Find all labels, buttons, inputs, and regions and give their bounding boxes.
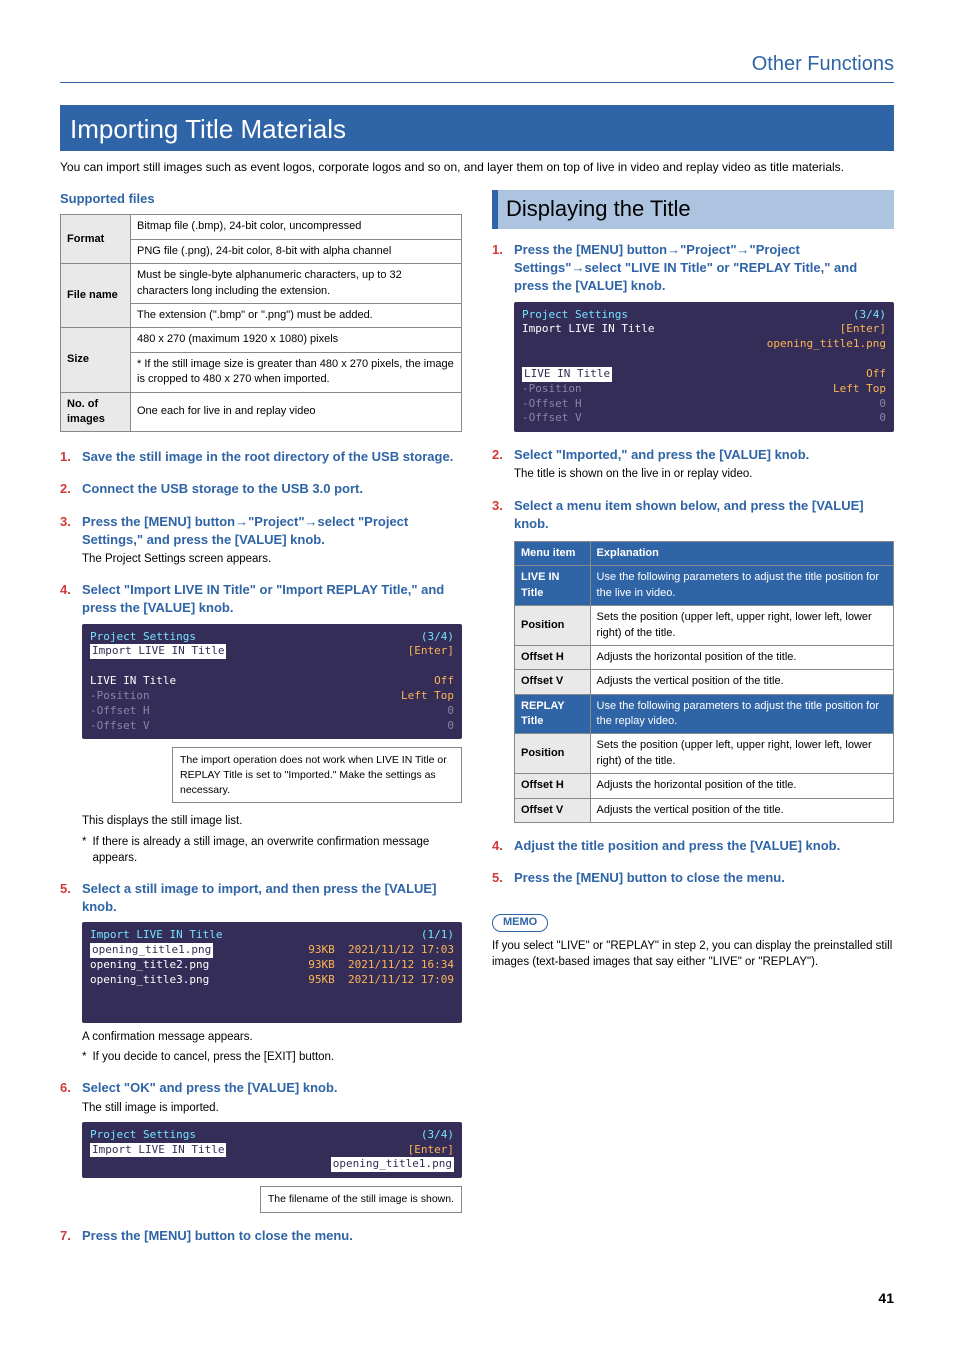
step6-body: The still image is imported. [82, 1100, 462, 1116]
step7: Press the [MENU] button to close the men… [82, 1228, 353, 1243]
step4-callout: The import operation does not work when … [172, 747, 462, 803]
memo-badge: MEMO [492, 914, 548, 931]
menu-table: Menu itemExplanation LIVE IN TitleUse th… [514, 541, 894, 823]
step6: Select "OK" and press the [VALUE] knob. [82, 1080, 338, 1095]
step1: Save the still image in the root directo… [82, 449, 453, 464]
format-v2: PNG file (.png), 24-bit color, 8-bit wit… [131, 239, 462, 263]
format-label: Format [61, 215, 131, 264]
step2: Connect the USB storage to the USB 3.0 p… [82, 481, 363, 496]
r-step2-body: The title is shown on the live in or rep… [514, 466, 894, 482]
screen-c: Project Settings(3/4) Import LIVE IN Tit… [82, 1122, 462, 1179]
step4-foot2: If there is already a still image, an ov… [82, 834, 462, 866]
right-column: Displaying the Title Press the [MENU] bu… [492, 190, 894, 1259]
screen-b: Import LIVE IN Title(1/1) opening_title1… [82, 922, 462, 1023]
r-step1: Press the [MENU] button→"Project"→"Proje… [514, 242, 857, 293]
screen-a: Project Settings(3/4) Import LIVE IN Tit… [82, 624, 462, 740]
step5: Select a still image to import, and then… [82, 881, 436, 914]
left-column: Supported files Format Bitmap file (.bmp… [60, 190, 462, 1259]
screen-d: Project Settings(3/4) Import LIVE IN Tit… [514, 302, 894, 433]
r-step5: Press the [MENU] button to close the men… [514, 870, 785, 885]
memo-body: If you select "LIVE" or "REPLAY" in step… [492, 938, 894, 970]
right-title: Displaying the Title [492, 190, 894, 229]
step3-body: The Project Settings screen appears. [82, 551, 462, 567]
filename-label: File name [61, 264, 131, 328]
step3: Press the [MENU] button→"Project"→select… [82, 514, 408, 547]
page-title-banner: Importing Title Materials [60, 105, 894, 151]
r-step3: Select a menu item shown below, and pres… [514, 498, 864, 531]
step6-callout: The filename of the still image is shown… [260, 1186, 462, 1213]
format-v1: Bitmap file (.bmp), 24-bit color, uncomp… [131, 215, 462, 239]
right-steps: Press the [MENU] button→"Project"→"Proje… [492, 241, 894, 887]
r-step4: Adjust the title position and press the … [514, 838, 840, 853]
size-v2: * If the still image size is greater tha… [131, 352, 462, 392]
intro-text: You can import still images such as even… [60, 159, 894, 176]
step4-foot1: This displays the still image list. [82, 813, 462, 829]
left-steps: Save the still image in the root directo… [60, 448, 462, 1245]
section-header: Other Functions [60, 50, 894, 83]
size-label: Size [61, 328, 131, 392]
filename-v1: Must be single-byte alphanumeric charact… [131, 264, 462, 304]
page-number: 41 [60, 1289, 894, 1309]
filename-v2: The extension (".bmp" or ".png") must be… [131, 303, 462, 327]
step5-foot1: A confirmation message appears. [82, 1029, 462, 1045]
num-label: No. of images [61, 392, 131, 432]
r-step2: Select "Imported," and press the [VALUE]… [514, 447, 809, 462]
supported-files-table: Format Bitmap file (.bmp), 24-bit color,… [60, 214, 462, 432]
step5-foot2: If you decide to cancel, press the [EXIT… [82, 1049, 462, 1065]
step4: Select "Import LIVE IN Title" or "Import… [82, 582, 444, 615]
supported-files-heading: Supported files [60, 190, 462, 208]
size-v1: 480 x 270 (maximum 1920 x 1080) pixels [131, 328, 462, 352]
num-v1: One each for live in and replay video [131, 392, 462, 432]
